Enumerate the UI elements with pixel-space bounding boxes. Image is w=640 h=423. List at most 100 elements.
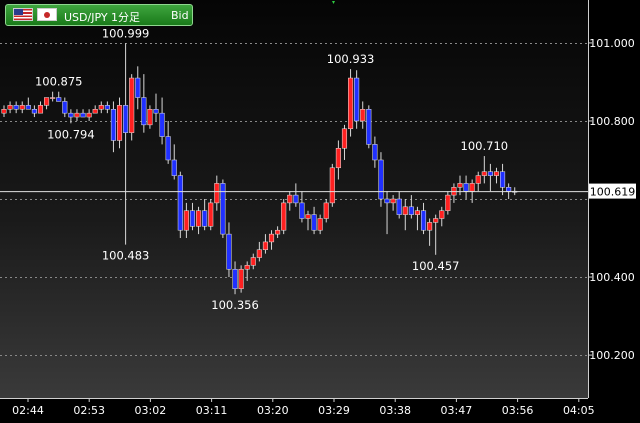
candle-body [92, 109, 98, 114]
candle-body [348, 77, 354, 130]
symbol-label: USD/JPY 1分足 [64, 11, 141, 24]
x-tick-label: 03:47 [441, 404, 473, 417]
x-tick-label: 04:05 [563, 404, 595, 417]
candle-body [220, 183, 226, 235]
candle-body [153, 109, 159, 114]
candle-body [159, 112, 165, 137]
candle-body [189, 210, 196, 227]
candle-body [98, 105, 104, 110]
japan-flag-icon [37, 8, 57, 21]
candle-body [390, 198, 396, 204]
candle-body [44, 97, 50, 106]
candle-body [463, 183, 469, 192]
candle-body [238, 268, 244, 289]
candle-body [457, 183, 463, 188]
x-tick-label: 03:29 [318, 404, 350, 417]
candle-body [493, 171, 500, 176]
candle-body [19, 105, 25, 110]
candle-body [232, 268, 238, 289]
candle-body [262, 241, 268, 250]
candle-body [469, 183, 475, 192]
candle-body [56, 97, 62, 102]
candle-body [68, 112, 74, 118]
candle-body [311, 214, 317, 231]
candle-body [341, 128, 348, 149]
candle-body [177, 175, 183, 231]
candle-body [171, 159, 177, 176]
candle-body [110, 109, 116, 141]
x-tick-label: 03:02 [135, 404, 167, 417]
candle-body [305, 214, 311, 219]
candle-body [135, 77, 141, 98]
candle-body [116, 105, 123, 141]
price-annotation: 100.999 [102, 26, 150, 40]
candle-body [293, 194, 299, 204]
candle-body [481, 171, 487, 176]
candle-body [141, 97, 147, 126]
candle-body [281, 202, 287, 231]
candle-body [317, 218, 323, 231]
candle-body [414, 210, 420, 215]
candle-body [323, 202, 329, 219]
us-flag-icon [13, 8, 33, 21]
x-tick-label: 03:11 [196, 404, 228, 417]
x-tick-label: 02:44 [12, 404, 44, 417]
candle-body [226, 233, 232, 270]
y-tick-label: 100.800 [589, 115, 635, 128]
y-tick-label: 100.400 [589, 271, 635, 284]
candle-body [287, 194, 293, 204]
candle-body [165, 136, 171, 161]
candle-body [80, 112, 86, 118]
candle-body [13, 105, 19, 110]
candle-body [396, 198, 402, 215]
candle-body [74, 112, 80, 118]
price-annotation: 100.933 [327, 52, 375, 66]
x-tick-label: 03:20 [257, 404, 289, 417]
candle-body [445, 194, 451, 211]
candle-body [275, 229, 281, 235]
x-tick-label: 03:38 [379, 404, 411, 417]
candle-body [147, 109, 153, 126]
price-annotation: 100.710 [461, 139, 509, 153]
candle-body [214, 183, 220, 204]
candle-body [420, 210, 427, 231]
candle-body [86, 112, 92, 118]
candle-body [335, 148, 341, 169]
candle-body [439, 210, 445, 219]
candle-body [183, 210, 189, 231]
candle-body [1, 109, 7, 114]
candle-body [384, 198, 390, 204]
price-annotation: 100.356 [211, 298, 259, 312]
candle-body [354, 77, 360, 122]
x-tick-label: 02:53 [73, 404, 105, 417]
candle-body [360, 109, 366, 122]
candle-body [31, 109, 37, 114]
candle-body [202, 210, 208, 227]
y-tick-label: 101.000 [589, 37, 635, 50]
candle-body [196, 210, 202, 227]
candle-body [250, 257, 256, 266]
candle-body [7, 105, 13, 110]
symbol-legend[interactable]: USD/JPY 1分足 Bid [5, 4, 193, 26]
current-price-label: 100.619 [590, 186, 636, 199]
candle-body [329, 167, 335, 204]
candle-body [25, 105, 31, 110]
y-tick-label: 100.200 [589, 349, 635, 362]
candle-body [123, 105, 129, 133]
price-annotation: 100.483 [102, 249, 150, 263]
candle-body [433, 218, 439, 223]
price-side-label: Bid [171, 9, 189, 22]
candle-body [256, 249, 262, 258]
candle-body [62, 101, 68, 114]
candle-body [402, 206, 408, 215]
candle-body [378, 159, 384, 200]
candle-body [129, 77, 135, 133]
price-annotation: 100.875 [35, 75, 83, 89]
candle-body [268, 233, 275, 243]
candle-body [506, 187, 512, 192]
candle-body [427, 222, 433, 231]
candle-body [244, 265, 250, 270]
candle-body [487, 171, 493, 176]
candle-body [208, 202, 214, 227]
candle-body [408, 206, 414, 215]
